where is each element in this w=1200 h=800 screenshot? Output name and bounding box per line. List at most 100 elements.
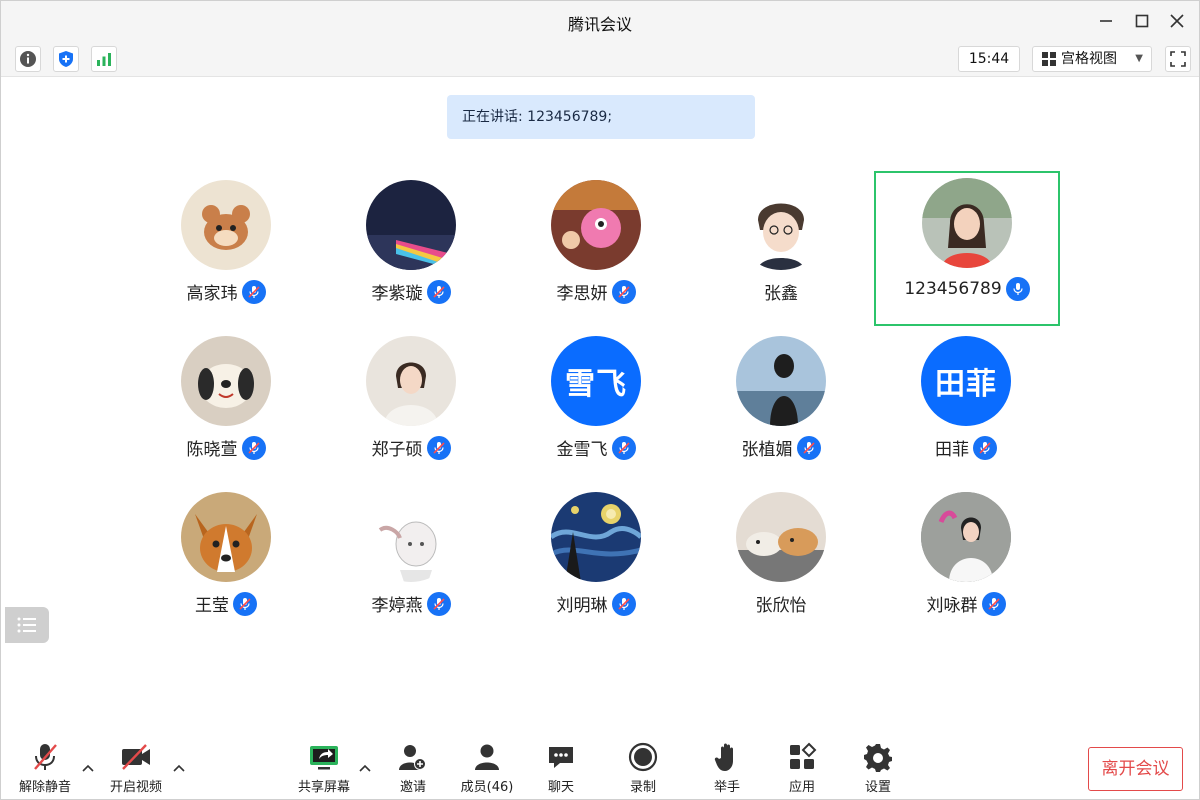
grid-view-icon <box>1042 52 1056 66</box>
participant-name-row: 李思妍 <box>503 279 689 304</box>
avatar <box>551 180 641 270</box>
minimize-button[interactable] <box>1093 9 1119 33</box>
start-video-label: 开启视频 <box>109 780 162 795</box>
avatar <box>922 178 1012 268</box>
mic-muted-icon <box>426 279 451 304</box>
mic-muted-icon <box>426 591 451 616</box>
minimize-icon <box>1100 20 1112 22</box>
maximize-icon <box>1135 14 1149 28</box>
participant-name-row: 高家玮 <box>133 279 319 304</box>
meeting-control-bar: 解除静音 开启视频 共享屏幕 邀请 成员(46) 聊天 录制 举手 应用 设置 … <box>1 731 1199 799</box>
participant-tile[interactable]: 雪飞 金雪飞 <box>503 329 689 484</box>
participant-name-row: 王莹 <box>133 591 319 616</box>
start-video-button[interactable]: 开启视频 <box>101 741 171 797</box>
fullscreen-icon <box>1170 51 1186 67</box>
avatar <box>366 492 456 582</box>
chat-label: 聊天 <box>547 780 574 795</box>
participant-name-row: 李紫璇 <box>318 279 504 304</box>
members-icon <box>475 744 499 770</box>
participant-tile[interactable]: 张植媚 <box>688 329 874 484</box>
active-speaker-banner: 正在讲话: 123456789; <box>447 95 755 139</box>
unmute-button[interactable]: 解除静音 <box>10 741 80 797</box>
avatar <box>736 336 826 426</box>
members-button[interactable]: 成员(46) <box>452 741 522 797</box>
close-button[interactable] <box>1164 9 1190 33</box>
mic-muted-icon <box>241 279 266 304</box>
avatar <box>736 180 826 270</box>
mic-muted-icon <box>241 435 266 460</box>
chat-icon <box>549 747 573 768</box>
avatar <box>366 336 456 426</box>
mic-muted-icon <box>611 591 636 616</box>
maximize-button[interactable] <box>1129 9 1155 33</box>
participant-tile[interactable]: 李思妍 <box>503 173 689 328</box>
share-screen-button[interactable]: 共享屏幕 <box>289 741 359 797</box>
video-options-chevron[interactable] <box>172 761 186 775</box>
chevron-up-icon <box>82 764 94 772</box>
record-button[interactable]: 录制 <box>608 741 678 797</box>
participant-name: 张欣怡 <box>755 596 807 616</box>
participant-tile[interactable]: 陈晓萱 <box>133 329 319 484</box>
signal-icon <box>97 53 111 66</box>
participant-name: 李思妍 <box>556 284 608 304</box>
share-options-chevron[interactable] <box>358 761 372 775</box>
participant-tile-active-speaker[interactable]: 123456789 <box>874 171 1060 326</box>
raise-hand-label: 举手 <box>713 780 740 795</box>
participant-tile[interactable]: 张欣怡 <box>688 485 874 640</box>
participant-name: 张植媚 <box>741 440 793 460</box>
settings-button[interactable]: 设置 <box>843 741 913 797</box>
participant-name-row: 李婷燕 <box>318 591 504 616</box>
meeting-info-button[interactable] <box>15 46 41 72</box>
record-icon <box>628 742 658 772</box>
participant-tile[interactable]: 田菲 田菲 <box>873 329 1059 484</box>
chat-button[interactable]: 聊天 <box>526 741 596 797</box>
avatar-initials: 雪飞 <box>551 336 641 426</box>
participant-name: 王莹 <box>195 596 229 616</box>
participant-name: 高家玮 <box>186 284 238 304</box>
audio-options-chevron[interactable] <box>81 761 95 775</box>
side-panel-toggle[interactable] <box>5 607 49 643</box>
view-mode-label: 宫格视图 <box>1061 51 1117 67</box>
avatar <box>921 492 1011 582</box>
participant-name: 郑子硕 <box>371 440 423 460</box>
participant-name-row: 张植媚 <box>688 435 874 460</box>
participant-name-row: 张鑫 <box>688 279 874 304</box>
window-title: 腾讯会议 <box>567 15 632 34</box>
participant-name: 金雪飞 <box>556 440 608 460</box>
raise-hand-button[interactable]: 举手 <box>692 741 762 797</box>
security-button[interactable] <box>53 46 79 72</box>
mic-muted-icon <box>981 591 1006 616</box>
unmute-label: 解除静音 <box>18 780 71 795</box>
title-bar: 腾讯会议 <box>1 1 1199 41</box>
apps-label: 应用 <box>788 780 815 795</box>
apps-button[interactable]: 应用 <box>767 741 837 797</box>
participant-tile[interactable]: 刘明琳 <box>503 485 689 640</box>
participant-tile[interactable]: 王莹 <box>133 485 319 640</box>
participant-name-row: 田菲 <box>873 435 1059 460</box>
participant-name: 张鑫 <box>764 284 798 304</box>
participant-name: 陈晓萱 <box>186 440 238 460</box>
participant-tile[interactable]: 高家玮 <box>133 173 319 328</box>
participant-tile[interactable]: 李紫璇 <box>318 173 504 328</box>
participant-tile[interactable]: 张鑫 <box>688 173 874 328</box>
leave-meeting-button[interactable]: 离开会议 <box>1088 747 1183 791</box>
chevron-down-icon: ▼ <box>1135 53 1143 64</box>
participant-tile[interactable]: 刘咏群 <box>873 485 1059 640</box>
avatar <box>366 180 456 270</box>
mic-muted-icon <box>611 279 636 304</box>
mic-muted-icon <box>34 744 57 770</box>
participant-name-row: 张欣怡 <box>688 591 874 616</box>
shield-icon <box>59 51 73 67</box>
participant-tile[interactable]: 郑子硕 <box>318 329 504 484</box>
network-signal-button[interactable] <box>91 46 117 72</box>
view-mode-select[interactable]: 宫格视图 ▼ <box>1032 46 1152 72</box>
hand-icon <box>714 743 733 771</box>
participant-tile[interactable]: 李婷燕 <box>318 485 504 640</box>
participant-name: 刘咏群 <box>926 596 978 616</box>
avatar <box>181 492 271 582</box>
mic-muted-icon <box>973 435 997 460</box>
mic-active-icon <box>1005 277 1030 301</box>
fullscreen-button[interactable] <box>1165 46 1191 72</box>
settings-label: 设置 <box>864 780 891 795</box>
invite-button[interactable]: 邀请 <box>378 741 448 797</box>
